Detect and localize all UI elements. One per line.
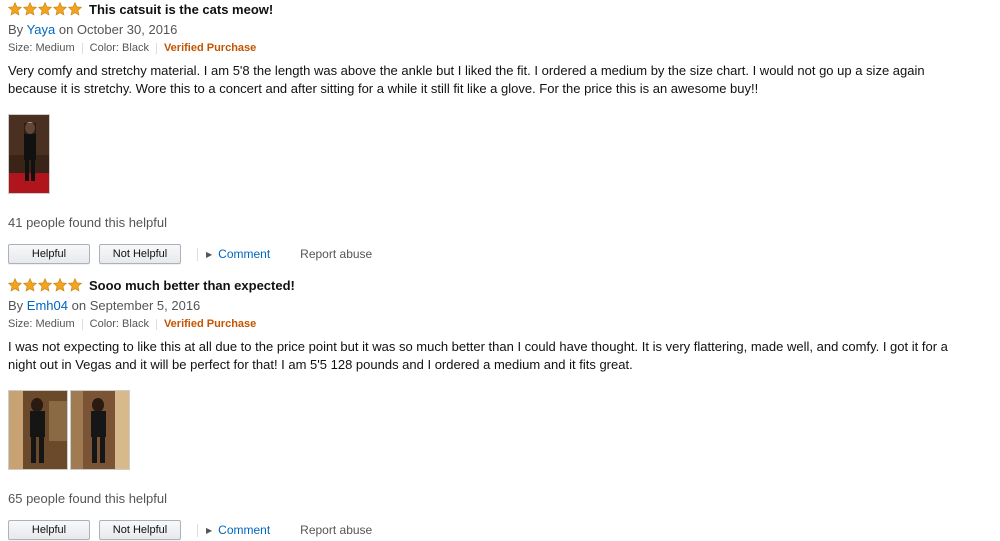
color-attribute: Color: Black: [89, 318, 149, 330]
report-abuse-link[interactable]: Report abuse: [300, 523, 372, 537]
review-body: I was not expecting to like this at all …: [8, 339, 948, 372]
star-icon: [8, 278, 22, 292]
comment-link[interactable]: ▶ Comment: [206, 523, 270, 537]
review-images: [8, 114, 968, 194]
star-rating[interactable]: [8, 278, 83, 292]
helpful-button[interactable]: Helpful: [8, 520, 90, 540]
size-attribute: Size: Medium: [8, 318, 75, 330]
star-icon: [23, 2, 37, 16]
review-date: on October 30, 2016: [58, 22, 178, 37]
review-meta: Size: Medium Color: Black Verified Purch…: [8, 316, 968, 332]
meta-divider: [81, 318, 83, 330]
color-attribute: Color: Black: [89, 42, 149, 54]
review-title[interactable]: Sooo much better than expected!: [89, 278, 295, 293]
meta-divider: [155, 318, 157, 330]
comment-label: Comment: [218, 523, 271, 537]
star-rating[interactable]: [8, 2, 83, 16]
person-photo-icon: [9, 391, 67, 469]
caret-right-icon: ▶: [206, 525, 213, 535]
verified-purchase-badge: Verified Purchase: [163, 42, 257, 54]
review-date: on September 5, 2016: [71, 298, 201, 313]
star-icon: [8, 2, 22, 16]
review-image-thumbnail[interactable]: [8, 114, 50, 194]
comment-link[interactable]: ▶ Comment: [206, 247, 270, 261]
caret-right-icon: ▶: [206, 249, 213, 259]
review-image-thumbnail[interactable]: [70, 390, 130, 470]
meta-divider: [81, 42, 83, 54]
star-icon: [38, 2, 52, 16]
review-1: This catsuit is the cats meow! By Yaya o…: [8, 0, 968, 265]
review-byline: By Yaya on October 30, 2016: [8, 21, 968, 39]
review-byline: By Emh04 on September 5, 2016: [8, 297, 968, 315]
person-photo-icon: [9, 115, 49, 193]
review-body: Very comfy and stretchy material. I am 5…: [8, 63, 925, 96]
author-link[interactable]: Yaya: [27, 22, 56, 37]
meta-divider: [155, 42, 157, 54]
report-abuse-link[interactable]: Report abuse: [300, 247, 372, 261]
helpful-count: 41 people found this helpful: [8, 215, 168, 230]
not-helpful-button[interactable]: Not Helpful: [99, 520, 181, 540]
helpful-button[interactable]: Helpful: [8, 244, 90, 264]
action-divider: [197, 247, 198, 261]
review-meta: Size: Medium Color: Black Verified Purch…: [8, 40, 968, 56]
person-photo-icon: [71, 391, 129, 469]
review-title-row: Sooo much better than expected!: [8, 276, 968, 294]
by-prefix: By: [8, 22, 24, 37]
star-icon: [68, 2, 82, 16]
size-attribute: Size: Medium: [8, 42, 75, 54]
author-link[interactable]: Emh04: [27, 298, 68, 313]
review-title-row: This catsuit is the cats meow!: [8, 0, 968, 18]
comment-label: Comment: [218, 247, 271, 261]
review-2: Sooo much better than expected! By Emh04…: [8, 276, 968, 541]
star-icon: [38, 278, 52, 292]
star-icon: [53, 2, 67, 16]
review-title[interactable]: This catsuit is the cats meow!: [89, 2, 273, 17]
star-icon: [23, 278, 37, 292]
not-helpful-button[interactable]: Not Helpful: [99, 244, 181, 264]
review-images: [8, 390, 968, 470]
action-divider: [197, 523, 198, 537]
review-actions: Helpful Not Helpful ▶ Comment Report abu…: [8, 243, 968, 265]
star-icon: [68, 278, 82, 292]
verified-purchase-badge: Verified Purchase: [163, 318, 257, 330]
star-icon: [53, 278, 67, 292]
review-image-thumbnail[interactable]: [8, 390, 68, 470]
helpful-count: 65 people found this helpful: [8, 491, 168, 506]
by-prefix: By: [8, 298, 24, 313]
